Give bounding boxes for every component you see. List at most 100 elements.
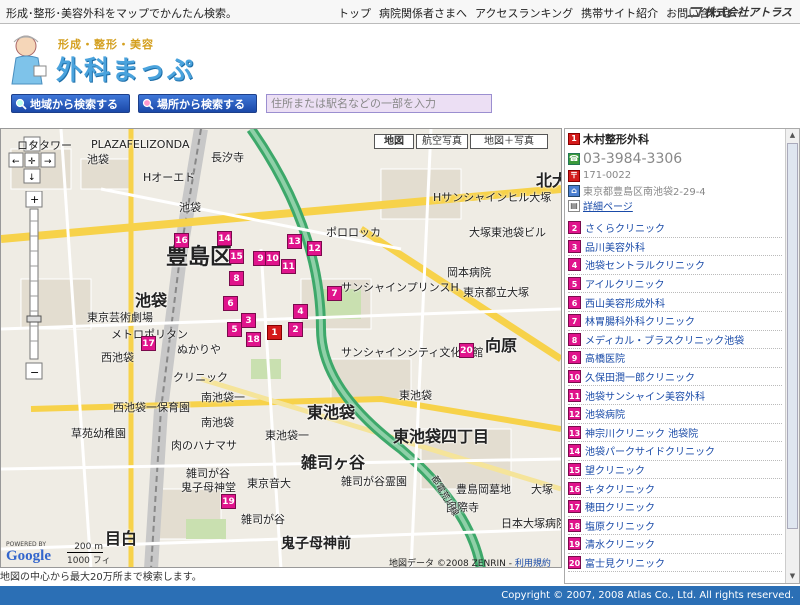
- clinic-pin-1[interactable]: 1: [267, 325, 282, 340]
- map-label: 東池袋: [307, 403, 356, 422]
- address-search-input[interactable]: [266, 94, 492, 113]
- list-item[interactable]: 20 富士見クリニック: [568, 554, 782, 573]
- map-label: PLAZAFELIZONDA: [91, 138, 190, 151]
- clinic-pin-18[interactable]: 18: [246, 332, 261, 347]
- clinic-pin-16[interactable]: 16: [174, 233, 189, 248]
- map-label: 東池袋: [399, 389, 432, 402]
- footer: Copyright © 2007, 2008 Atlas Co., Ltd. A…: [0, 586, 800, 605]
- clinic-number-badge: 11: [568, 388, 581, 402]
- nav-top[interactable]: トップ: [338, 5, 371, 21]
- clinic-pin-3[interactable]: 3: [241, 313, 256, 328]
- clinic-pin-5[interactable]: 5: [227, 322, 242, 337]
- list-item[interactable]: 9 高橋医院: [568, 349, 782, 368]
- list-item[interactable]: 4 池袋セントラルクリニック: [568, 256, 782, 275]
- clinic-pin-19[interactable]: 19: [221, 494, 236, 509]
- logo-title[interactable]: 外科まっぷ: [56, 50, 195, 87]
- postal-icon: 〒: [568, 169, 580, 182]
- map-label: 長汐寺: [211, 151, 244, 164]
- clinic-pin-2[interactable]: 2: [288, 322, 303, 337]
- nav-mobile[interactable]: 携帯サイト紹介: [581, 5, 658, 21]
- list-item[interactable]: 11 池袋サンシャイン美容外科: [568, 386, 782, 405]
- clinic-pin-20[interactable]: 20: [459, 343, 474, 358]
- list-item[interactable]: 14 池袋パークサイドクリニック: [568, 442, 782, 461]
- list-item[interactable]: 15 望クリニック: [568, 461, 782, 480]
- map-label: 向原: [485, 336, 518, 355]
- clinic-pin-11[interactable]: 11: [281, 259, 296, 274]
- clinic-number-badge: 10: [568, 370, 581, 384]
- list-item[interactable]: 3 品川美容外科: [568, 238, 782, 257]
- copyright: Copyright © 2007, 2008 Atlas Co., Ltd. A…: [501, 590, 794, 601]
- clinic-pin-7[interactable]: 7: [327, 286, 342, 301]
- list-item[interactable]: 17 穂田クリニック: [568, 498, 782, 517]
- clinic-number-badge: 7: [568, 314, 581, 328]
- list-item[interactable]: 8 メディカル・ブラスクリニック池袋: [568, 331, 782, 350]
- phone-icon: ☎: [568, 153, 580, 165]
- map-label: 岡本病院: [447, 266, 491, 279]
- clinic-name: 木村整形外科: [583, 132, 649, 146]
- clinic-pin-14[interactable]: 14: [217, 231, 232, 246]
- clinic-list-name: 久保田潤一郎クリニック: [585, 373, 695, 385]
- map-label: 南池袋: [201, 416, 234, 429]
- clinic-pin-8[interactable]: 8: [229, 271, 244, 286]
- map-label: ぬかりや: [177, 343, 221, 356]
- clinic-pin-4[interactable]: 4: [293, 304, 308, 319]
- list-item[interactable]: 12 池袋病院: [568, 405, 782, 424]
- list-item[interactable]: 19 清水クリニック: [568, 535, 782, 554]
- detail-page-link[interactable]: 詳細ページ: [583, 198, 633, 213]
- search-by-area-button[interactable]: 地域から検索する: [11, 94, 130, 113]
- map-type-hybrid-button[interactable]: 地図＋写真: [470, 134, 548, 149]
- map-label: 草苑幼稚園: [71, 427, 126, 440]
- nav-ranking[interactable]: アクセスランキング: [475, 5, 573, 21]
- google-logo[interactable]: POWERED BY Google: [6, 541, 51, 565]
- clinic-number-badge: 9: [568, 351, 581, 365]
- clinic-pin-6[interactable]: 6: [223, 296, 238, 311]
- google-text: Google: [6, 548, 51, 564]
- clinic-list-name: 神宗川クリニック 池袋院: [585, 428, 699, 440]
- map-label: サンシャインプリンスH: [341, 281, 459, 294]
- clinic-number-badge: 6: [568, 295, 581, 309]
- search-by-place-button[interactable]: 場所から検索する: [138, 94, 257, 113]
- clinic-list-name: 品川美容外科: [585, 242, 645, 254]
- list-item[interactable]: 5 アイルクリニック: [568, 275, 782, 294]
- map-attribution: 地図データ ©2008 ZENRIN - 利用規約: [389, 556, 551, 567]
- header: 形成・整形・美容 外科まっぷ: [0, 24, 800, 90]
- list-item[interactable]: 18 塩原クリニック: [568, 517, 782, 536]
- scroll-up-icon[interactable]: ▲: [787, 130, 798, 141]
- zoom-slider[interactable]: + −: [25, 191, 43, 431]
- clinic-sidebar: 1 木村整形外科 ☎ 03-3984-3306 〒 171-0022 ⌂ 東京都…: [564, 128, 800, 584]
- list-item[interactable]: 7 林胃腸科外科クリニック: [568, 312, 782, 331]
- sidebar-scrollbar[interactable]: ▲ ▼: [785, 129, 799, 583]
- clinic-number-badge: 2: [568, 221, 581, 235]
- map-label: 東京音大: [247, 477, 291, 490]
- map-label: ロタタワー: [17, 139, 72, 152]
- map-area[interactable]: 地図 航空写真 地図＋写真 ↑ ← ✛ → ↓ + − ロタタワー 池袋 PLA…: [0, 128, 562, 568]
- clinic-pin-13[interactable]: 13: [287, 234, 302, 249]
- list-item[interactable]: 16 キタクリニック: [568, 479, 782, 498]
- scroll-down-icon[interactable]: ▼: [787, 571, 798, 582]
- scroll-thumb[interactable]: [787, 143, 798, 529]
- clinic-zip: 171-0022: [583, 170, 632, 181]
- map-label: 大塚東池袋ビル: [469, 226, 546, 239]
- map-type-satellite-button[interactable]: 航空写真: [416, 134, 468, 149]
- map-type-map-button[interactable]: 地図: [374, 134, 414, 149]
- clinic-pin-15[interactable]: 15: [229, 249, 244, 264]
- map-label: 豊島岡墓地: [456, 483, 511, 496]
- nav-hospital[interactable]: 病院関係者さまへ: [379, 5, 467, 21]
- list-item[interactable]: 10 久保田潤一郎クリニック: [568, 368, 782, 387]
- clinic-pin-12[interactable]: 12: [307, 241, 322, 256]
- search-row: 地域から検索する 場所から検索する: [0, 92, 800, 116]
- clinic-pin-17[interactable]: 17: [141, 336, 156, 351]
- clinic-list-name: 高橋医院: [585, 354, 625, 366]
- company-logo[interactable]: 株式会社アトラス: [687, 4, 792, 20]
- list-item[interactable]: 13 神宗川クリニック 池袋院: [568, 424, 782, 443]
- clinic-number-badge: 13: [568, 425, 581, 439]
- clinic-phone: 03-3984-3306: [583, 151, 683, 167]
- map-label: 肉のハナマサ: [171, 439, 237, 452]
- clinic-list-name: メディカル・ブラスクリニック池袋: [585, 335, 745, 347]
- list-item[interactable]: 6 西山美容形成外科: [568, 293, 782, 312]
- clinic-pin-10[interactable]: 10: [265, 251, 280, 266]
- list-item[interactable]: 2 さくらクリニック: [568, 219, 782, 238]
- clinic-number-badge: 3: [568, 239, 581, 253]
- map-label: 池袋: [135, 291, 168, 310]
- terms-link[interactable]: 利用規約: [515, 559, 551, 567]
